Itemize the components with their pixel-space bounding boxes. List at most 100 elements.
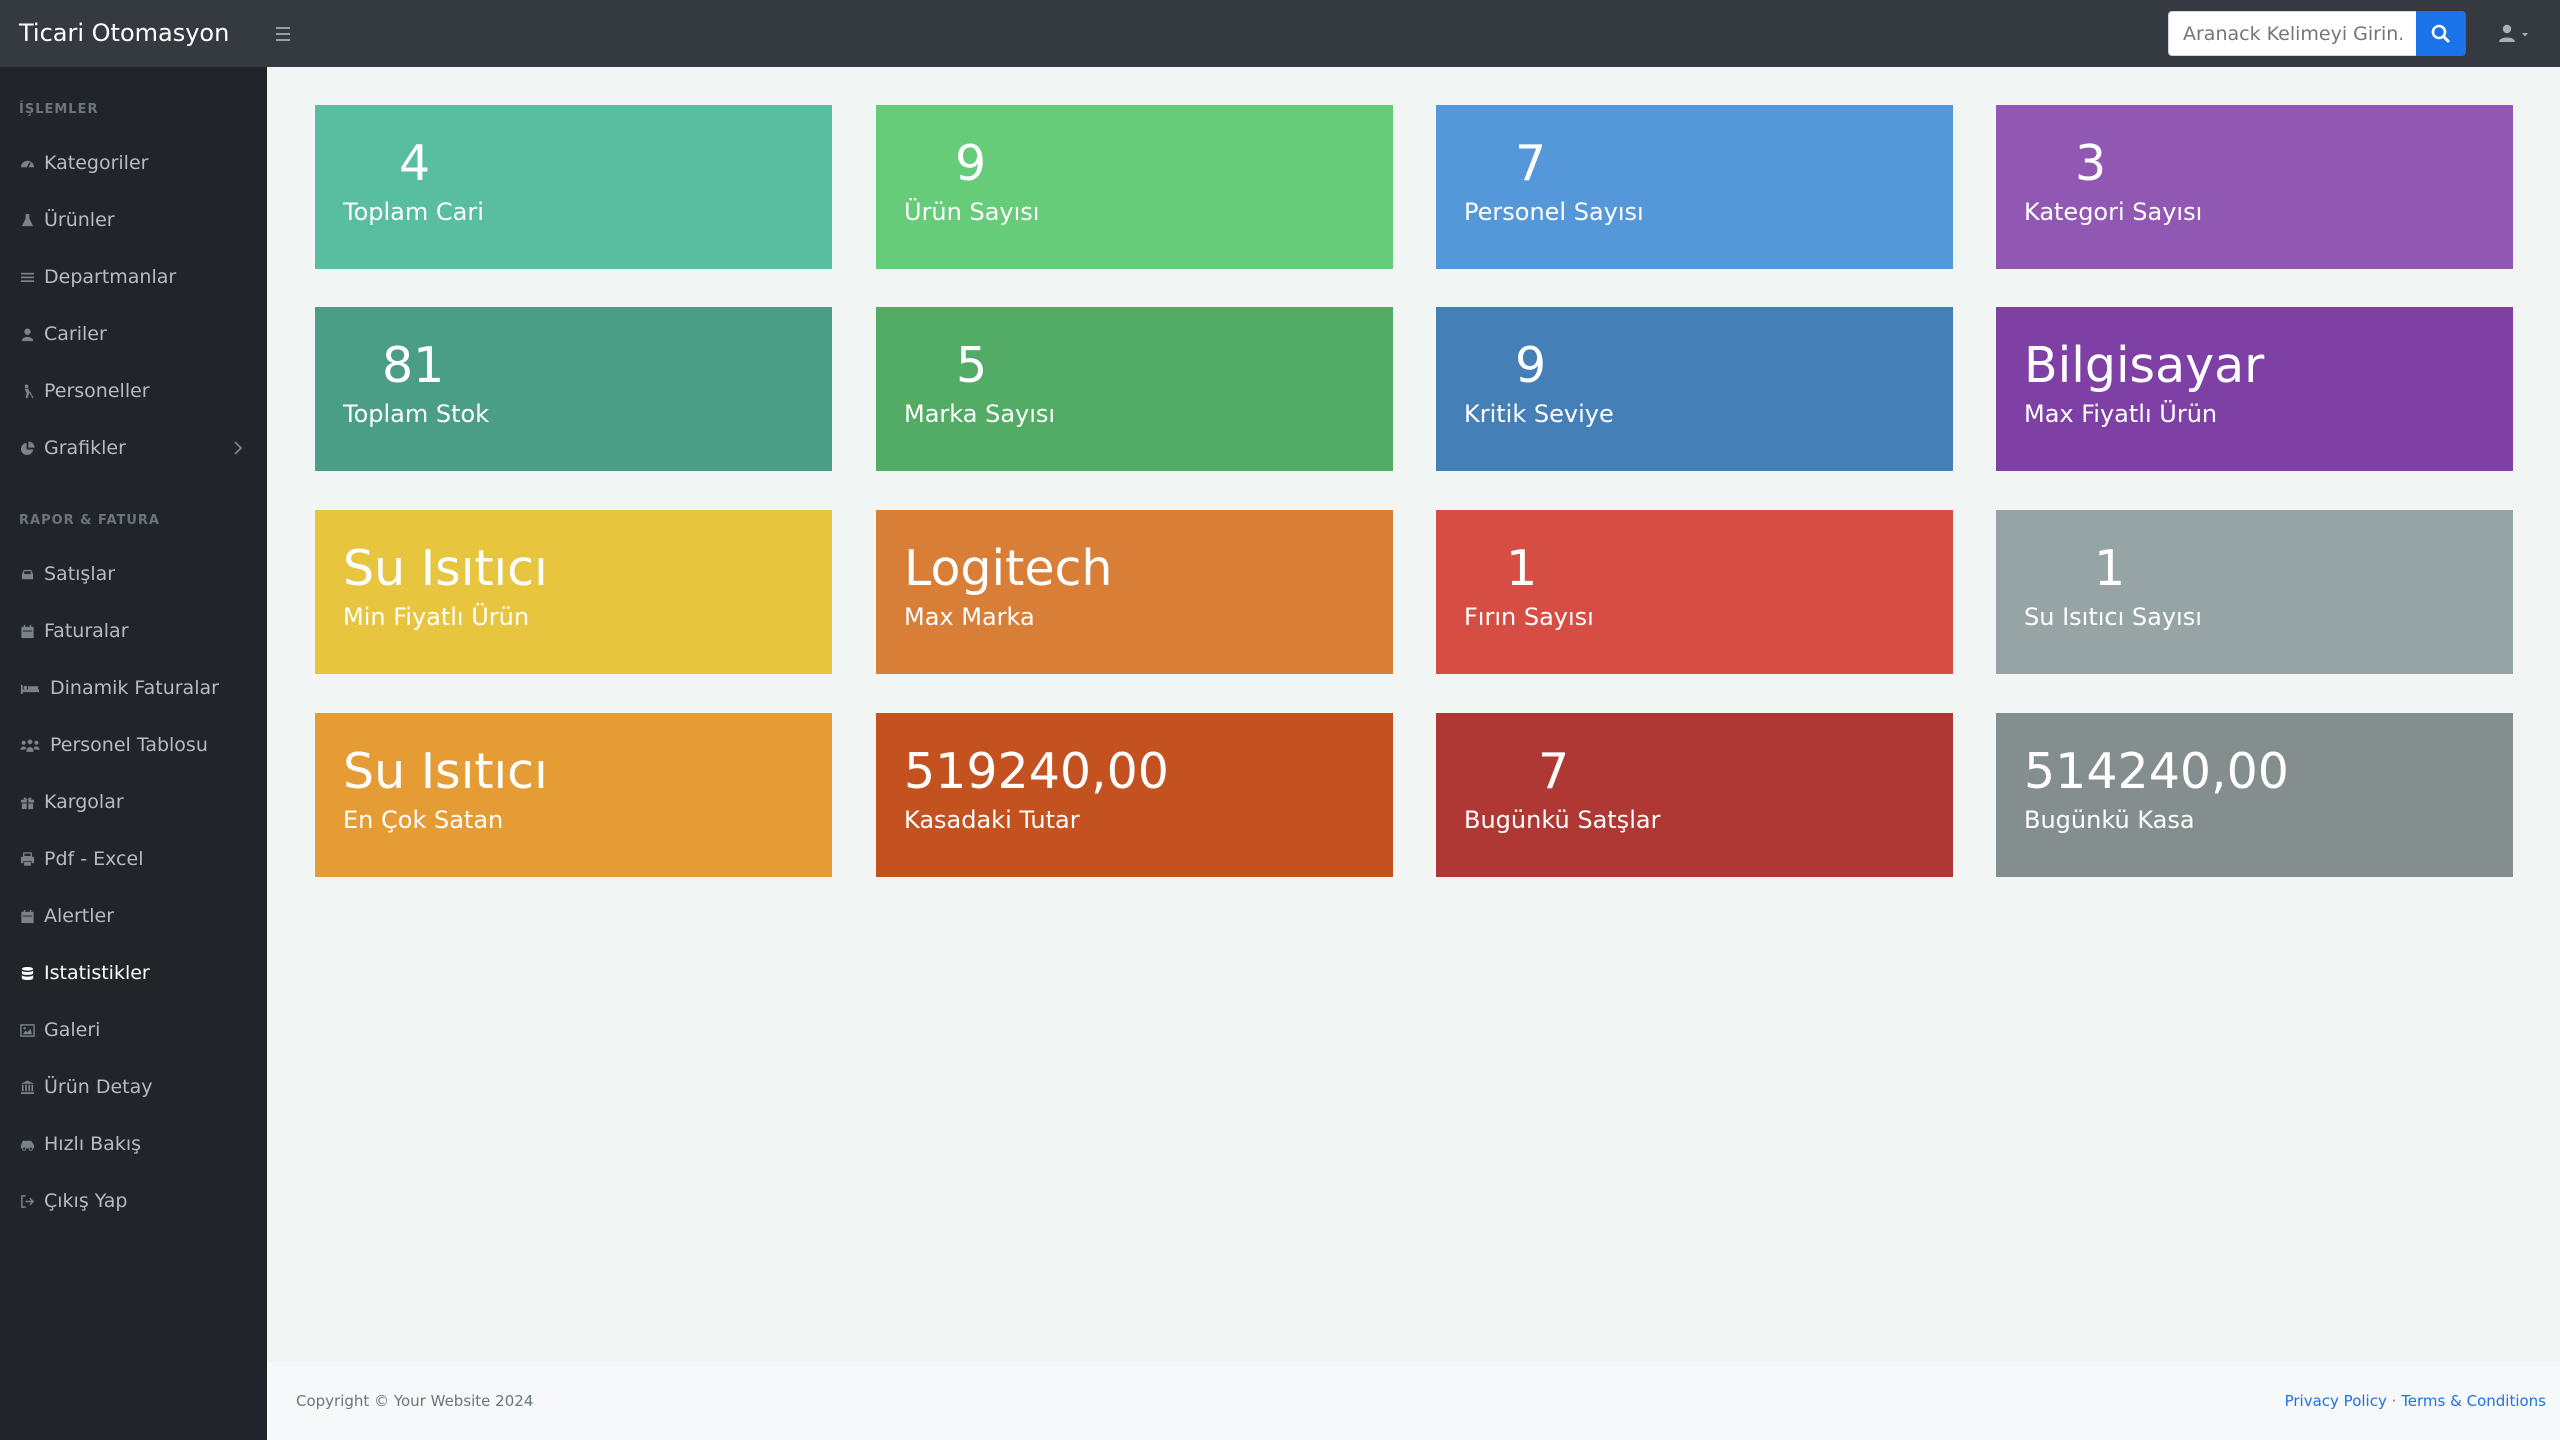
search-button[interactable]	[2416, 11, 2466, 56]
car-side-icon	[19, 1136, 35, 1152]
stat-card-max-marka: Logitech Max Marka	[876, 510, 1393, 674]
stat-card-urun-sayisi: 9 Ürün Sayısı	[876, 105, 1393, 269]
stat-card-kategori-sayisi: 3 Kategori Sayısı	[1996, 105, 2513, 269]
caret-down-icon	[2522, 33, 2528, 37]
stat-label: Fırın Sayısı	[1464, 603, 1594, 631]
stat-value: Su Isıtıcı	[343, 743, 548, 800]
stat-card-marka-sayisi: 5 Marka Sayısı	[876, 307, 1393, 471]
stat-value: 7	[1515, 135, 1547, 192]
sidebar-item-cikis-yap[interactable]: Çıkış Yap	[0, 1178, 267, 1224]
sidebar-item-satislar[interactable]: Satışlar	[0, 551, 267, 597]
sidebar-item-label: Faturalar	[44, 620, 129, 642]
sidebar-item-label: Çıkış Yap	[44, 1190, 128, 1212]
stat-label: Bugünkü Kasa	[2024, 806, 2195, 834]
user-icon	[2499, 24, 2528, 42]
stat-value: 3	[2075, 135, 2107, 192]
sidebar-item-label: Kategoriler	[44, 152, 149, 174]
stat-label: Toplam Stok	[343, 400, 490, 428]
stat-label: Personel Sayısı	[1464, 198, 1644, 226]
bank-icon	[19, 1079, 35, 1095]
stat-value: 519240,00	[904, 743, 1169, 800]
sidebar-item-label: Cariler	[44, 323, 107, 345]
stat-card-kritik-seviye: 9 Kritik Seviye	[1436, 307, 1953, 471]
stat-value: 4	[399, 135, 431, 192]
stat-label: Min Fiyatlı Ürün	[343, 603, 530, 631]
image-icon	[19, 1022, 35, 1038]
sidebar-section-islemler: İŞLEMLER	[19, 102, 99, 117]
sidebar-item-pdf-excel[interactable]: Pdf - Excel	[0, 836, 267, 882]
terms-conditions-link[interactable]: Terms & Conditions	[2401, 1392, 2546, 1410]
list-icon	[19, 269, 35, 285]
pie-chart-icon	[19, 440, 35, 456]
blind-person-icon	[19, 383, 35, 399]
sidebar-item-label: Departmanlar	[44, 266, 177, 288]
stat-value: 9	[955, 135, 987, 192]
database-icon	[19, 965, 35, 981]
sidebar-item-dinamik-faturalar[interactable]: Dinamik Faturalar	[0, 665, 267, 711]
footer: Copyright © Your Website 2024 Privacy Po…	[267, 1362, 2560, 1440]
stat-value: Bilgisayar	[2024, 337, 2265, 394]
privacy-policy-link[interactable]: Privacy Policy	[2285, 1392, 2387, 1410]
stat-card-firin-sayisi: 1 Fırın Sayısı	[1436, 510, 1953, 674]
sidebar-item-urun-detay[interactable]: Ürün Detay	[0, 1064, 267, 1110]
sidebar-item-label: Hızlı Bakış	[44, 1133, 141, 1155]
app-title[interactable]: Ticari Otomasyon	[19, 0, 229, 67]
top-navbar: Ticari Otomasyon	[0, 0, 2560, 67]
sidebar-item-label: Ürün Detay	[44, 1076, 153, 1098]
stat-card-bugunku-kasa: 514240,00 Bugünkü Kasa	[1996, 713, 2513, 877]
stat-value: 5	[956, 337, 988, 394]
stat-value: 9	[1515, 337, 1547, 394]
sidebar-item-urunler[interactable]: Ürünler	[0, 197, 267, 243]
stat-card-toplam-cari: 4 Toplam Cari	[315, 105, 832, 269]
stat-card-toplam-stok: 81 Toplam Stok	[315, 307, 832, 471]
search-input[interactable]	[2168, 11, 2417, 56]
sign-out-icon	[19, 1193, 35, 1209]
stat-value: 7	[1538, 743, 1570, 800]
user-icon	[19, 326, 35, 342]
sidebar-item-kategoriler[interactable]: Kategoriler	[0, 140, 267, 186]
sidebar-item-grafikler[interactable]: Grafikler	[0, 425, 267, 471]
sidebar-item-kargolar[interactable]: Kargolar	[0, 779, 267, 825]
sidebar-item-hizli-bakis[interactable]: Hızlı Bakış	[0, 1121, 267, 1167]
stat-card-su-isitici-sayisi: 1 Su Isıtıcı Sayısı	[1996, 510, 2513, 674]
bed-icon	[19, 680, 41, 696]
sidebar-toggle-button[interactable]	[276, 18, 294, 49]
stat-label: Su Isıtıcı Sayısı	[2024, 603, 2202, 631]
menu-icon-bar	[276, 38, 290, 41]
sidebar-item-istatistikler[interactable]: Istatistikler	[0, 950, 267, 996]
sidebar-item-label: Kargolar	[44, 791, 124, 813]
sidebar-item-label: Ürünler	[44, 209, 115, 231]
stat-label: Max Marka	[904, 603, 1035, 631]
sidebar-item-cariler[interactable]: Cariler	[0, 311, 267, 357]
stat-card-en-cok-satan: Su Isıtıcı En Çok Satan	[315, 713, 832, 877]
stat-label: Kritik Seviye	[1464, 400, 1614, 428]
stat-label: Toplam Cari	[343, 198, 484, 226]
flask-icon	[19, 212, 35, 228]
gift-icon	[19, 794, 35, 810]
sidebar-item-label: Dinamik Faturalar	[50, 677, 219, 699]
sidebar-item-personeller[interactable]: Personeller	[0, 368, 267, 414]
sidebar-item-label: Galeri	[44, 1019, 101, 1041]
sidebar-item-personel-tablosu[interactable]: Personel Tablosu	[0, 722, 267, 768]
stat-card-min-fiyatli-urun: Su Isıtıcı Min Fiyatlı Ürün	[315, 510, 832, 674]
stat-label: Max Fiyatlı Ürün	[2024, 400, 2218, 428]
stat-card-personel-sayisi: 7 Personel Sayısı	[1436, 105, 1953, 269]
sidebar-item-label: Pdf - Excel	[44, 848, 144, 870]
sidebar-item-label: Grafikler	[44, 437, 126, 459]
sidebar-item-alertler[interactable]: Alertler	[0, 893, 267, 939]
users-icon	[19, 737, 41, 753]
user-menu-button[interactable]	[2494, 18, 2538, 49]
stat-label: En Çok Satan	[343, 806, 504, 834]
stat-value: 1	[1506, 540, 1538, 597]
car-icon	[19, 566, 35, 582]
sidebar: İŞLEMLER Kategoriler Ürünler Departmanla…	[0, 67, 267, 1440]
chevron-right-icon[interactable]	[229, 439, 247, 457]
stat-label: Kasadaki Tutar	[904, 806, 1080, 834]
footer-links: Privacy Policy · Terms & Conditions	[2285, 1392, 2546, 1410]
sidebar-item-faturalar[interactable]: Faturalar	[0, 608, 267, 654]
stat-value: Logitech	[904, 540, 1113, 597]
sidebar-item-departmanlar[interactable]: Departmanlar	[0, 254, 267, 300]
stat-card-bugunku-satislar: 7 Bugünkü Satşlar	[1436, 713, 1953, 877]
stat-value: 81	[382, 337, 445, 394]
sidebar-item-galeri[interactable]: Galeri	[0, 1007, 267, 1053]
